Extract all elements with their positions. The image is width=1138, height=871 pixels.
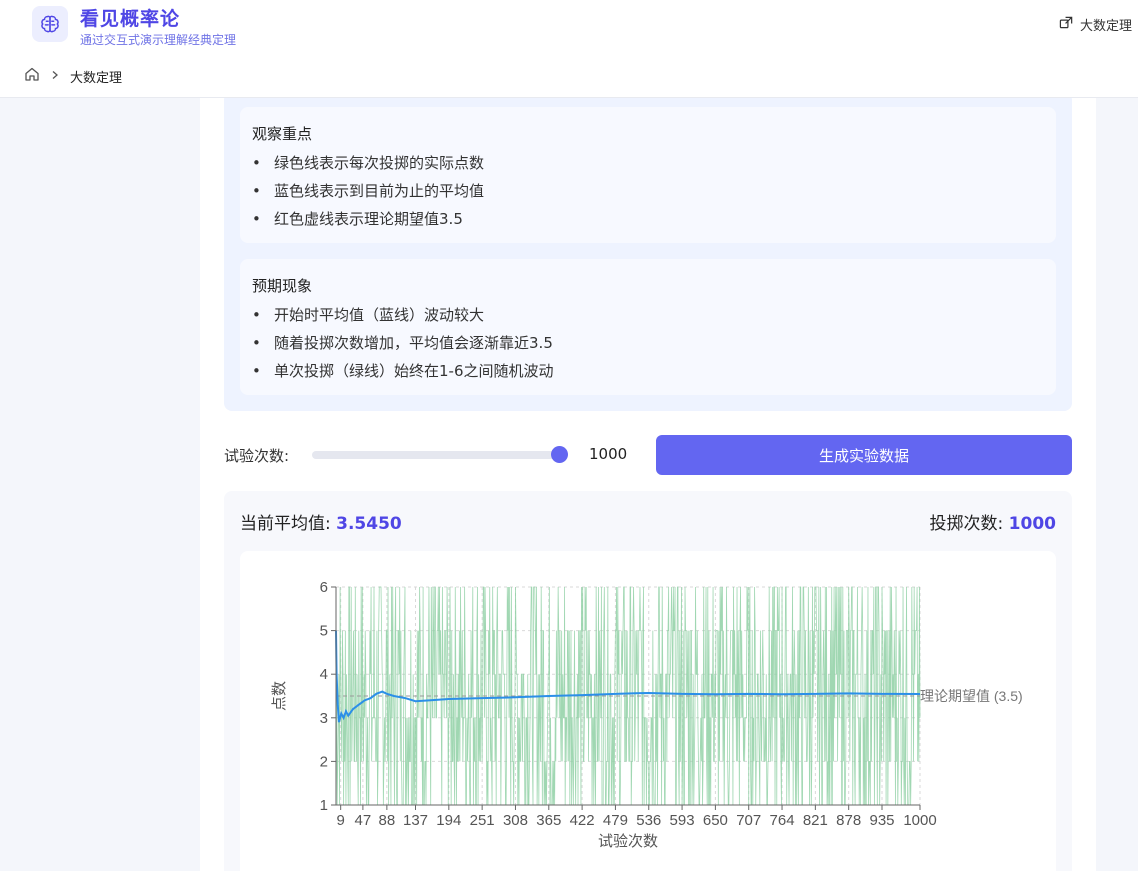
app-title: 看见概率论: [80, 8, 181, 30]
app-subtitle: 通过交互式演示理解经典定理: [80, 33, 237, 47]
x-tick-label: 764: [770, 812, 795, 829]
expected-value-label: 理论期望值 (3.5): [920, 688, 1023, 704]
x-tick-label: 194: [436, 812, 461, 829]
mean-value: 3.5450: [336, 514, 402, 534]
expect-item: 开始时平均值（蓝线）波动较大: [252, 301, 554, 329]
x-tick-label: 1000: [903, 812, 936, 829]
x-tick-label: 821: [803, 812, 828, 829]
y-tick-label: 3: [320, 710, 328, 727]
observe-box: 观察重点 绿色线表示每次投掷的实际点数 蓝色线表示到目前为止的平均值 红色虚线表…: [240, 107, 1056, 243]
trials-slider-track[interactable]: [312, 451, 568, 459]
x-tick-label: 88: [379, 812, 396, 829]
expect-heading: 预期现象: [252, 277, 313, 295]
y-tick-label: 6: [320, 579, 328, 596]
x-tick-label: 878: [836, 812, 861, 829]
observe-list: 绿色线表示每次投掷的实际点数 蓝色线表示到目前为止的平均值 红色虚线表示理论期望…: [252, 149, 484, 233]
x-tick-label: 650: [703, 812, 728, 829]
trials-label: 试验次数:: [224, 447, 290, 465]
x-tick-label: 308: [503, 812, 528, 829]
observe-item: 蓝色线表示到目前为止的平均值: [252, 177, 484, 205]
brain-logo-icon: [32, 6, 68, 42]
x-tick-label: 422: [570, 812, 595, 829]
expect-item: 单次投掷（绿线）始终在1-6之间随机波动: [252, 357, 554, 385]
x-tick-label: 251: [470, 812, 495, 829]
breadcrumb: 大数定理: [24, 66, 122, 86]
count-value: 1000: [1008, 514, 1056, 534]
x-tick-label: 536: [636, 812, 661, 829]
exit-link-label: 大数定理: [1079, 18, 1132, 34]
x-tick-label: 479: [603, 812, 628, 829]
x-tick-label: 935: [869, 812, 894, 829]
x-tick-label: 137: [403, 812, 428, 829]
mean-stat: 当前平均值: 3.5450: [240, 509, 402, 534]
external-link-icon: [1059, 15, 1074, 34]
x-tick-label: 47: [355, 812, 372, 829]
home-icon[interactable]: [24, 66, 40, 86]
chevron-right-icon: [50, 69, 60, 84]
y-tick-label: 2: [320, 753, 328, 770]
x-tick-label: 9: [337, 812, 345, 829]
trials-value: 1000: [589, 445, 628, 463]
y-tick-label: 4: [320, 666, 328, 683]
expect-list: 开始时平均值（蓝线）波动较大 随着投掷次数增加，平均值会逐渐靠近3.5 单次投掷…: [252, 301, 554, 385]
expect-item: 随着投掷次数增加，平均值会逐渐靠近3.5: [252, 329, 554, 357]
y-tick-label: 5: [320, 623, 328, 640]
x-axis-label: 试验次数: [598, 832, 658, 850]
count-stat: 投掷次数: 1000: [930, 509, 1056, 534]
top-header: 看见概率论 通过交互式演示理解经典定理 大数定理 大数定理: [0, 0, 1138, 98]
observe-item: 红色虚线表示理论期望值3.5: [252, 205, 484, 233]
generate-button[interactable]: 生成实验数据: [656, 435, 1072, 475]
mean-label: 当前平均值:: [240, 514, 331, 534]
x-tick-label: 707: [736, 812, 761, 829]
lln-chart: 理论期望值 (3.5) 1 2 3 4 5 6 9 47 88 137 194 251 308 365 422…: [270, 579, 1023, 850]
trials-slider-thumb[interactable]: [551, 446, 568, 463]
expect-box: 预期现象 开始时平均值（蓝线）波动较大 随着投掷次数增加，平均值会逐渐靠近3.5…: [240, 259, 1056, 395]
x-tick-label: 365: [536, 812, 561, 829]
y-tick-label: 1: [320, 797, 328, 814]
observe-item: 绿色线表示每次投掷的实际点数: [252, 149, 484, 177]
y-axis-label: 点数: [270, 681, 288, 711]
count-label: 投掷次数:: [929, 514, 1004, 534]
observe-heading: 观察重点: [252, 125, 313, 143]
exit-link[interactable]: 大数定理: [1059, 14, 1132, 34]
x-tick-label: 593: [670, 812, 695, 829]
breadcrumb-current: 大数定理: [70, 70, 123, 86]
